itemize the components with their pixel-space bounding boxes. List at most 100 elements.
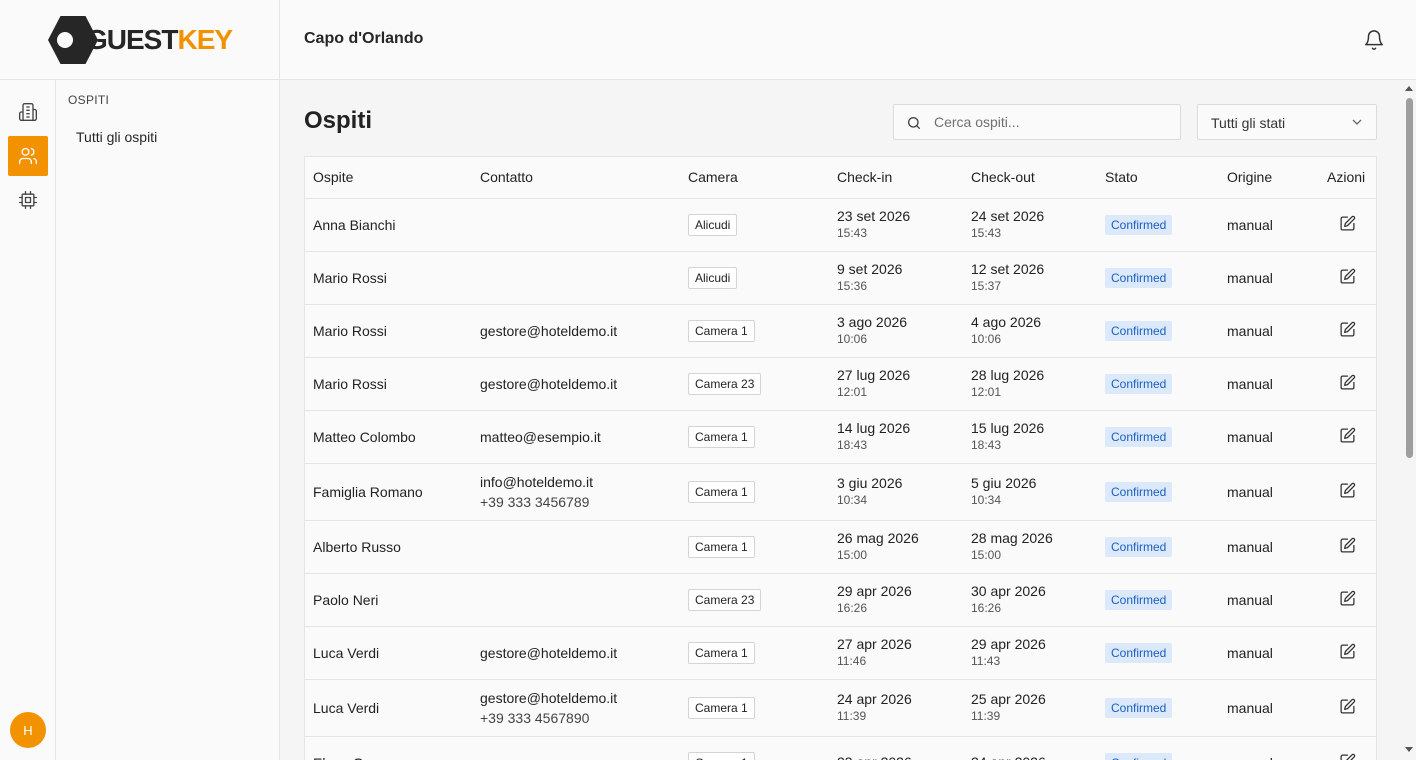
- column-header-status[interactable]: Stato: [1097, 157, 1219, 199]
- checkin-date: 3 giu 2026: [837, 475, 903, 491]
- edit-icon[interactable]: [1339, 268, 1356, 285]
- checkout-date: 25 apr 2026: [971, 691, 1046, 707]
- search-box[interactable]: [893, 104, 1181, 140]
- guest-contact: [472, 520, 680, 574]
- table-row[interactable]: Elena Greco Camera 1 23 apr 2026 24 apr 202…: [305, 736, 1376, 760]
- room-cell: Camera 1: [680, 410, 829, 464]
- table-row[interactable]: Famiglia Romano info@hoteldemo.it +39 333 …: [305, 463, 1376, 521]
- checkout-cell: 30 apr 2026 16:26: [963, 573, 1097, 627]
- hotel-name: Capo d'Orlando: [304, 30, 424, 47]
- guest-contact: gestore@hoteldemo.it: [472, 626, 680, 680]
- nav-structures-button[interactable]: [8, 92, 48, 132]
- table-header-row: Ospite Contatto Camera Check-in Check-ou…: [305, 157, 1376, 199]
- contact-phone: +39 333 3456789: [480, 493, 590, 510]
- checkout-time: 12:01: [971, 385, 1002, 399]
- edit-icon[interactable]: [1339, 753, 1356, 760]
- edit-icon[interactable]: [1339, 482, 1356, 499]
- column-header-origin[interactable]: Origine: [1219, 157, 1319, 199]
- guestkey-logo[interactable]: GUESTKEY: [48, 16, 233, 64]
- guest-name: Mario Rossi: [305, 304, 472, 358]
- status-badge: Confirmed: [1105, 642, 1173, 663]
- table-row[interactable]: Mario Rossi gestore@hoteldemo.it Camera 1 3…: [305, 304, 1376, 358]
- building-icon: [19, 103, 37, 122]
- column-header-room[interactable]: Camera: [680, 157, 829, 199]
- checkin-time: 11:39: [837, 709, 867, 723]
- sub-navigation: OSPITI Tutti gli ospiti: [56, 80, 280, 760]
- guest-contact: matteo@esempio.it: [472, 410, 680, 464]
- edit-icon[interactable]: [1339, 698, 1356, 715]
- origin-cell: manual: [1219, 736, 1319, 760]
- contact-email: gestore@hoteldemo.it: [480, 375, 618, 392]
- room-badge: Alicudi: [688, 266, 738, 289]
- edit-icon[interactable]: [1339, 215, 1356, 232]
- scroll-up-arrow[interactable]: [1405, 86, 1413, 91]
- checkout-cell: 24 set 2026 15:43: [963, 198, 1097, 252]
- edit-icon[interactable]: [1339, 643, 1356, 660]
- actions-cell: [1319, 573, 1376, 627]
- guest-contact: info@hoteldemo.it +39 333 3456789: [472, 463, 680, 521]
- nav-devices-button[interactable]: [8, 180, 48, 220]
- table-row[interactable]: Luca Verdi gestore@hoteldemo.it +39 333 45…: [305, 679, 1376, 737]
- top-bar: GUESTKEY Capo d'Orlando: [0, 0, 1416, 80]
- checkin-time: 18:43: [837, 438, 868, 452]
- chip-icon: [19, 191, 37, 209]
- guest-name: Alberto Russo: [305, 520, 472, 574]
- column-header-contact[interactable]: Contatto: [472, 157, 680, 199]
- contact-phone: +39 333 4567890: [480, 709, 590, 726]
- checkout-cell: 24 apr 2026: [963, 736, 1097, 760]
- page-title: Ospiti: [304, 107, 373, 134]
- subnav-item-all-guests[interactable]: Tutti gli ospiti: [76, 129, 157, 145]
- edit-icon[interactable]: [1339, 321, 1356, 338]
- room-badge: Camera 1: [688, 425, 755, 448]
- guests-table: Ospite Contatto Camera Check-in Check-ou…: [305, 157, 1376, 760]
- column-header-guest[interactable]: Ospite: [305, 157, 472, 199]
- checkin-cell: 27 apr 2026 11:46: [829, 626, 963, 680]
- edit-icon[interactable]: [1339, 427, 1356, 444]
- bell-icon[interactable]: [1363, 29, 1385, 51]
- checkout-time: 10:34: [971, 493, 1002, 507]
- nav-guests-button[interactable]: [8, 136, 48, 176]
- table-row[interactable]: Anna Bianchi Alicudi 23 set 2026 15:43 24 se…: [305, 198, 1376, 252]
- scroll-down-arrow[interactable]: [1405, 747, 1413, 752]
- column-header-checkout[interactable]: Check-out: [963, 157, 1097, 199]
- guest-name: Luca Verdi: [305, 679, 472, 737]
- checkout-cell: 28 mag 2026 15:00: [963, 520, 1097, 574]
- room-cell: Camera 1: [680, 304, 829, 358]
- search-input[interactable]: [934, 105, 1174, 139]
- guest-name: Paolo Neri: [305, 573, 472, 627]
- table-row[interactable]: Luca Verdi gestore@hoteldemo.it Camera 1 27…: [305, 626, 1376, 680]
- table-row[interactable]: Mario Rossi Alicudi 9 set 2026 15:36 12 set …: [305, 251, 1376, 305]
- edit-icon[interactable]: [1339, 537, 1356, 554]
- room-cell: Camera 1: [680, 463, 829, 521]
- checkout-cell: 12 set 2026 15:37: [963, 251, 1097, 305]
- table-row[interactable]: Mario Rossi gestore@hoteldemo.it Camera 23…: [305, 357, 1376, 411]
- origin-cell: manual: [1219, 304, 1319, 358]
- checkout-time: 15:43: [971, 226, 1002, 240]
- edit-icon[interactable]: [1339, 590, 1356, 607]
- status-filter-select[interactable]: Tutti gli stati: [1197, 104, 1377, 140]
- status-badge: Confirmed: [1105, 752, 1173, 760]
- user-avatar[interactable]: H: [10, 712, 46, 748]
- room-cell: Alicudi: [680, 198, 829, 252]
- table-row[interactable]: Matteo Colombo matteo@esempio.it Camera 1 1…: [305, 410, 1376, 464]
- checkin-cell: 27 lug 2026 12:01: [829, 357, 963, 411]
- origin-cell: manual: [1219, 463, 1319, 521]
- status-badge: Confirmed: [1105, 320, 1173, 341]
- table-row[interactable]: Alberto Russo Camera 1 26 mag 2026 15:00 28 …: [305, 520, 1376, 574]
- status-cell: Confirmed: [1097, 736, 1219, 760]
- room-cell: Alicudi: [680, 251, 829, 305]
- status-badge: Confirmed: [1105, 214, 1173, 235]
- actions-cell: [1319, 736, 1376, 760]
- status-badge: Confirmed: [1105, 267, 1173, 288]
- status-cell: Confirmed: [1097, 463, 1219, 521]
- room-badge: Alicudi: [688, 213, 738, 236]
- checkin-cell: 9 set 2026 15:36: [829, 251, 963, 305]
- actions-cell: [1319, 626, 1376, 680]
- checkout-date: 24 set 2026: [971, 208, 1045, 224]
- column-header-checkin[interactable]: Check-in: [829, 157, 963, 199]
- scrollbar-thumb[interactable]: [1406, 98, 1413, 458]
- checkin-cell: 23 apr 2026: [829, 736, 963, 760]
- edit-icon[interactable]: [1339, 374, 1356, 391]
- table-row[interactable]: Paolo Neri Camera 23 29 apr 2026 16:26 30 ap…: [305, 573, 1376, 627]
- checkout-date: 29 apr 2026: [971, 636, 1046, 652]
